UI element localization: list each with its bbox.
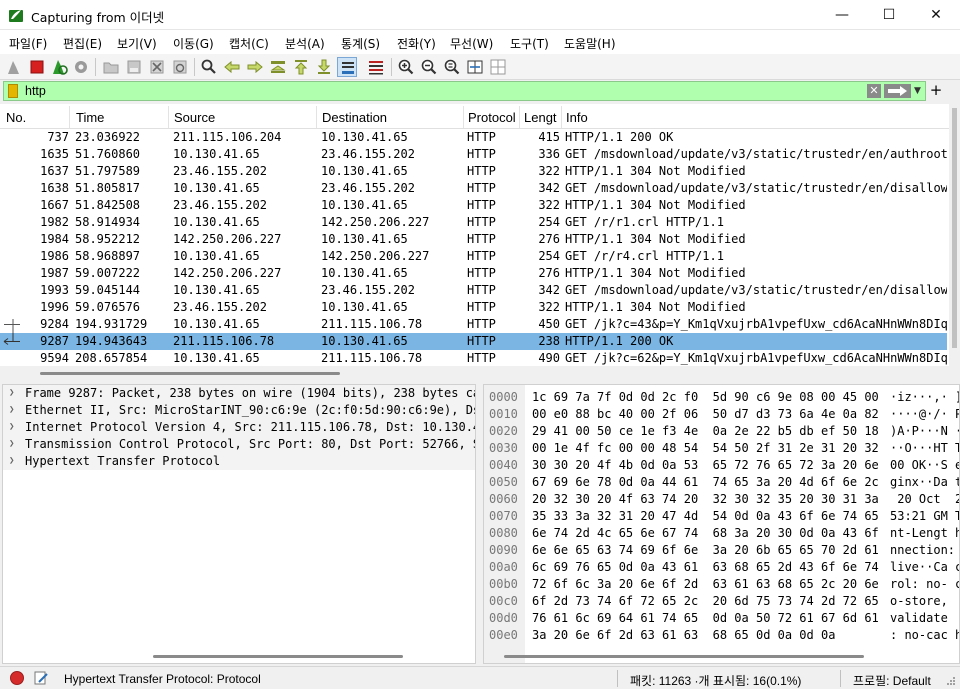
packet-list-scrollbar[interactable] xyxy=(949,104,960,366)
pane-splitter[interactable] xyxy=(0,366,960,384)
tree-item-frame[interactable]: ❯ Frame 9287: Packet, 238 bytes on wire (… xyxy=(3,385,475,402)
packet-row[interactable]: 1638 51.805817 10.130.41.65 23.46.155.202 HT… xyxy=(0,180,947,197)
go-last-icon[interactable] xyxy=(314,57,334,77)
packet-row[interactable]: 1635 51.760860 10.130.41.65 23.46.155.202 HT… xyxy=(0,146,947,163)
edit-comment-icon[interactable] xyxy=(33,670,49,686)
tree-item-http[interactable]: ❯ Hypertext Transfer Protocol xyxy=(3,453,475,470)
menu-view[interactable]: 보기(V) xyxy=(117,35,157,52)
filter-bookmark-icon[interactable] xyxy=(8,84,18,98)
packet-list-header: No. Time Source Destination Protocol Len… xyxy=(0,104,950,129)
layout-icon[interactable] xyxy=(488,57,508,77)
column-header-no[interactable]: No. xyxy=(6,110,26,125)
restart-icon[interactable] xyxy=(49,57,69,77)
packet-row[interactable]: 9594 208.657854 10.130.41.65 211.115.106.78… xyxy=(0,350,947,366)
packet-row[interactable]: 9284 194.931729 10.130.41.65 211.115.106.78… xyxy=(0,316,947,333)
resize-grip-icon[interactable] xyxy=(946,676,956,686)
expand-arrow-icon[interactable]: ❯ xyxy=(9,385,14,402)
window-title: Capturing from 이더넷 xyxy=(31,10,165,25)
status-profile[interactable]: 프로필: Default xyxy=(853,672,931,689)
expand-arrow-icon[interactable]: ❯ xyxy=(9,419,14,436)
minimize-button[interactable]: — xyxy=(819,0,865,30)
display-filter-input[interactable] xyxy=(22,82,862,100)
tree-item-ethernet[interactable]: ❯ Ethernet II, Src: MicroStarINT_90:c6:9e… xyxy=(3,402,475,419)
packet-row[interactable]: 1667 51.842508 23.46.155.202 10.130.41.65 HT… xyxy=(0,197,947,214)
packet-row[interactable]: 1984 58.952212 142.250.206.227 10.130.41.65… xyxy=(0,231,947,248)
menu-help[interactable]: 도움말(H) xyxy=(564,35,616,52)
close-button[interactable]: ✕ xyxy=(913,0,959,30)
packet-details-pane: ❯ Frame 9287: Packet, 238 bytes on wire (… xyxy=(2,384,476,664)
reload-file-icon[interactable] xyxy=(170,57,190,77)
menu-wireless[interactable]: 무선(W) xyxy=(450,35,493,52)
packet-row[interactable]: 1637 51.797589 23.46.155.202 10.130.41.65 HT… xyxy=(0,163,947,180)
menu-go[interactable]: 이동(G) xyxy=(173,35,214,52)
filter-history-dropdown-icon[interactable]: ▼ xyxy=(914,84,924,98)
expand-arrow-icon[interactable]: ❯ xyxy=(9,453,14,470)
expand-arrow-icon[interactable]: ❯ xyxy=(9,436,14,453)
menu-bar: 파일(F) 편집(E) 보기(V) 이동(G) 캡처(C) 분석(A) 통계(S… xyxy=(0,30,960,54)
column-header-info[interactable]: Info xyxy=(566,110,588,125)
main-toolbar xyxy=(0,54,960,80)
menu-tools[interactable]: 도구(T) xyxy=(510,35,549,52)
status-field-info: Hypertext Transfer Protocol: Protocol xyxy=(64,672,261,686)
column-header-protocol[interactable]: Protocol xyxy=(468,110,516,125)
status-bar: Hypertext Transfer Protocol: Protocol 패킷… xyxy=(0,666,960,689)
find-packet-icon[interactable] xyxy=(199,57,219,77)
status-packet-count: 패킷: 11263 ·개 표시됨: 16(0.1%) xyxy=(630,674,802,688)
packet-bytes-pane: 0000 1c 69 7a 7f 0d 0d 2c f0 5d 90 c6 9e … xyxy=(483,384,960,664)
packet-row[interactable]: 737 23.036922 211.115.106.204 10.130.41.65 H… xyxy=(0,129,947,146)
packet-list-scroll-thumb[interactable] xyxy=(952,108,957,348)
packet-row[interactable]: 1986 58.968897 10.130.41.65 142.250.206.227… xyxy=(0,248,947,265)
menu-file[interactable]: 파일(F) xyxy=(9,35,47,52)
resize-columns-icon[interactable] xyxy=(465,57,485,77)
column-header-destination[interactable]: Destination xyxy=(322,110,387,125)
column-header-length[interactable]: Lengt xyxy=(524,110,557,125)
packet-list: No. Time Source Destination Protocol Len… xyxy=(0,104,960,366)
packet-rows: 737 23.036922 211.115.106.204 10.130.41.65 H… xyxy=(0,129,947,366)
menu-edit[interactable]: 편집(E) xyxy=(63,35,102,52)
expand-arrow-icon[interactable]: ❯ xyxy=(9,402,14,419)
bytes-hscroll[interactable] xyxy=(504,655,864,658)
go-back-icon[interactable] xyxy=(222,57,242,77)
save-file-icon[interactable] xyxy=(124,57,144,77)
stop-icon[interactable] xyxy=(27,57,47,77)
apply-filter-button[interactable] xyxy=(884,84,911,98)
packet-row[interactable]: 1987 59.007222 142.250.206.227 10.130.41.65… xyxy=(0,265,947,282)
zoom-out-icon[interactable] xyxy=(419,57,439,77)
arrow-right-icon xyxy=(888,86,907,96)
autoscroll-icon[interactable] xyxy=(337,57,357,77)
packet-row[interactable]: 1993 59.045144 10.130.41.65 23.46.155.202 HT… xyxy=(0,282,947,299)
go-forward-icon[interactable] xyxy=(245,57,265,77)
colorize-icon[interactable] xyxy=(366,57,386,77)
wireshark-app-icon xyxy=(9,10,23,22)
zoom-in-icon[interactable] xyxy=(396,57,416,77)
packet-row[interactable]: 1982 58.914934 10.130.41.65 142.250.206.227… xyxy=(0,214,947,231)
menu-telephony[interactable]: 전화(Y) xyxy=(397,35,436,52)
packet-list-hscroll[interactable] xyxy=(40,372,340,375)
tree-item-ipv4[interactable]: ❯ Internet Protocol Version 4, Src: 211.1… xyxy=(3,419,475,436)
capture-status-icon[interactable] xyxy=(10,671,24,685)
options-gear-icon[interactable] xyxy=(71,57,91,77)
menu-capture[interactable]: 캡처(C) xyxy=(229,35,269,52)
menu-statistics[interactable]: 통계(S) xyxy=(341,35,380,52)
display-filter-bar: ✕ ▼ + xyxy=(0,80,960,102)
open-file-icon[interactable] xyxy=(101,57,121,77)
packet-row-selected[interactable]: 9287 194.943643 211.115.106.78 10.130.41.65… xyxy=(0,333,947,350)
go-first-icon[interactable] xyxy=(291,57,311,77)
column-header-time[interactable]: Time xyxy=(76,110,104,125)
display-filter-field: ✕ ▼ xyxy=(3,81,926,101)
maximize-button[interactable]: ☐ xyxy=(866,0,912,30)
column-header-source[interactable]: Source xyxy=(174,110,215,125)
menu-analyze[interactable]: 분석(A) xyxy=(285,35,325,52)
go-to-packet-icon[interactable] xyxy=(268,57,288,77)
shark-fin-icon[interactable] xyxy=(5,57,25,77)
zoom-normal-icon[interactable] xyxy=(442,57,462,77)
add-filter-button-icon[interactable]: + xyxy=(929,80,943,100)
tree-item-tcp[interactable]: ❯ Transmission Control Protocol, Src Port… xyxy=(3,436,475,453)
close-file-icon[interactable] xyxy=(147,57,167,77)
packet-row[interactable]: 1996 59.076576 23.46.155.202 10.130.41.65 HT… xyxy=(0,299,947,316)
details-hscroll[interactable] xyxy=(153,655,403,658)
title-bar: Capturing from 이더넷 — ☐ ✕ xyxy=(0,0,960,30)
clear-filter-icon[interactable]: ✕ xyxy=(867,84,881,98)
